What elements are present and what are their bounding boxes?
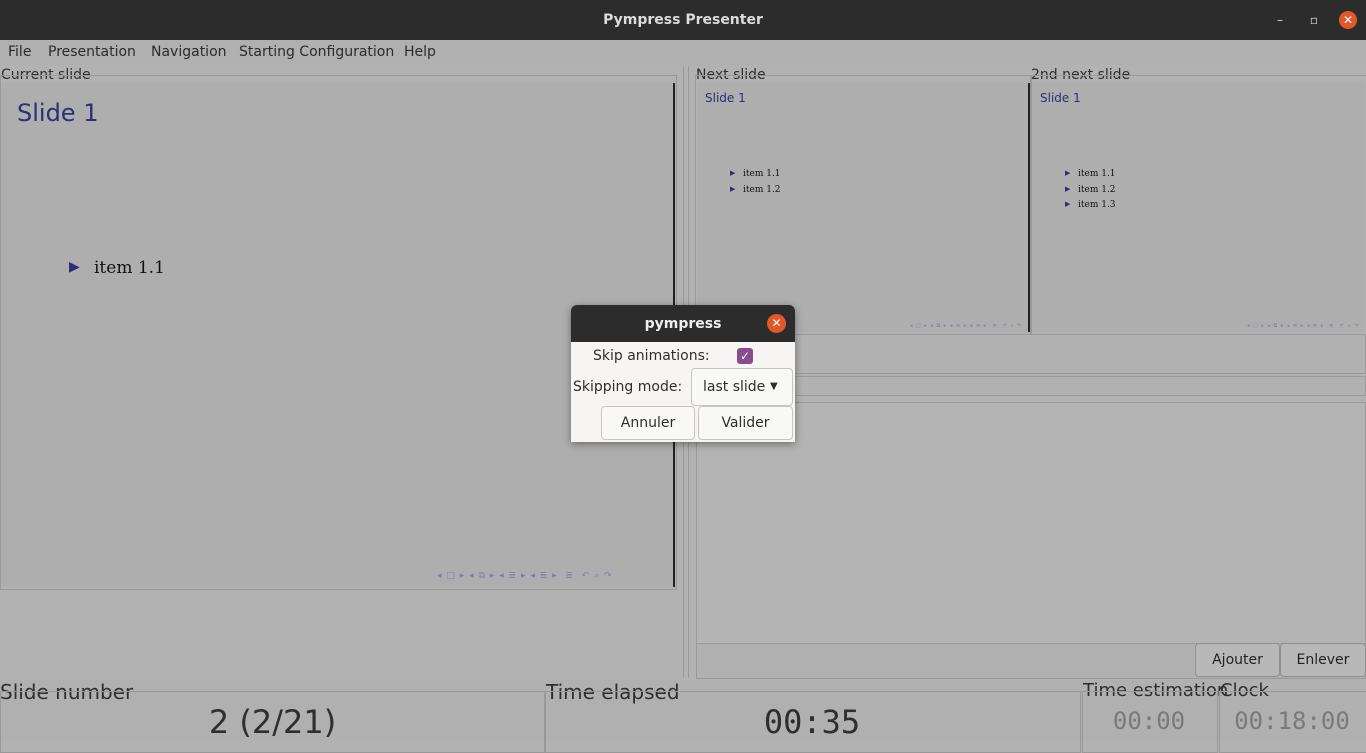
next-slide[interactable]: Slide 1 ▶ item 1.1 ▶ item 1.2 ◂ □ ▸ ◂ ⧉ … [697,83,1030,332]
close-icon[interactable]: ✕ [1339,11,1357,29]
bullet-icon: ▶ [730,169,736,177]
menu-help[interactable]: Help [404,44,436,60]
next-slide-item: item 1.1 [743,169,781,179]
skipping-mode-dropdown[interactable]: last slide ▼ [691,368,793,406]
annotations-list[interactable] [696,402,1366,644]
annotation-entry-bar[interactable] [696,334,1366,374]
menu-bar: File Presentation Navigation Starting Co… [0,40,1366,65]
skipping-mode-value: last slide [703,379,766,395]
dialog-header: pympress ✕ [571,305,795,342]
cancel-button[interactable]: Annuler [601,406,695,440]
menu-presentation[interactable]: Presentation [48,44,136,60]
beamer-nav-icons: ◂ □ ▸ ◂ ⧉ ▸ ◂ ≣ ▸ ◂ ≣ ▸ ≣ ↶ ⌕ ↷ [437,571,613,581]
menu-navigation[interactable]: Navigation [151,44,227,60]
skip-animations-checkbox[interactable]: ✓ [737,348,753,364]
bullet-icon: ▶ [1065,169,1071,177]
window-titlebar: Pympress Presenter – ▫ ✕ [0,0,1366,40]
dialog-title: pympress [644,316,722,332]
second-next-slide-item: item 1.2 [1078,185,1116,195]
next-slide-title: Slide 1 [705,91,746,105]
second-next-slide-item: item 1.1 [1078,169,1116,179]
remove-annotation-button[interactable]: Enlever [1280,643,1366,677]
ok-button[interactable]: Valider [698,406,793,440]
time-estimation-value[interactable]: 00:00 [1082,707,1216,735]
slide-number-value[interactable]: 2 (2/21) [0,703,545,741]
time-elapsed-value[interactable]: 00:35 [545,703,1079,741]
bullet-icon: ▶ [1065,200,1071,208]
minimize-icon[interactable]: – [1271,11,1289,29]
annotation-toolbar [696,376,1366,396]
bullet-icon: ▶ [1065,185,1071,193]
close-icon[interactable]: ✕ [767,314,786,333]
second-next-slide-item: item 1.3 [1078,200,1116,210]
menu-starting-configuration[interactable]: Starting Configuration [239,44,394,60]
current-slide-item: item 1.1 [94,258,165,278]
second-next-slide-title: Slide 1 [1040,91,1081,105]
add-annotation-button[interactable]: Ajouter [1195,643,1280,677]
second-next-slide[interactable]: Slide 1 ▶ item 1.1 ▶ item 1.2 ▶ item 1.3… [1032,83,1365,332]
beamer-nav-icons: ◂ □ ▸ ◂ ⧉ ▸ ◂ ≣ ▸ ◂ ≣ ▸ ≣ ↶ ⌕ ↷ [910,323,1023,329]
skip-dialog: pympress ✕ Skip animations: ✓ Skipping m… [571,305,795,442]
next-slide-item: item 1.2 [743,185,781,195]
current-slide-title: Slide 1 [17,99,99,127]
window-title: Pympress Presenter [603,12,763,28]
skip-animations-label: Skip animations: [593,348,710,364]
menu-file[interactable]: File [8,44,31,60]
skipping-mode-label: Skipping mode: [573,379,683,395]
chevron-down-icon: ▼ [770,381,778,392]
bullet-icon: ▶ [69,259,80,275]
beamer-nav-icons: ◂ □ ▸ ◂ ⧉ ▸ ◂ ≣ ▸ ◂ ≣ ▸ ≣ ↶ ⌕ ↷ [1247,323,1360,329]
bullet-icon: ▶ [730,185,736,193]
maximize-icon[interactable]: ▫ [1305,11,1323,29]
clock-value: 00:18:00 [1234,707,1350,735]
